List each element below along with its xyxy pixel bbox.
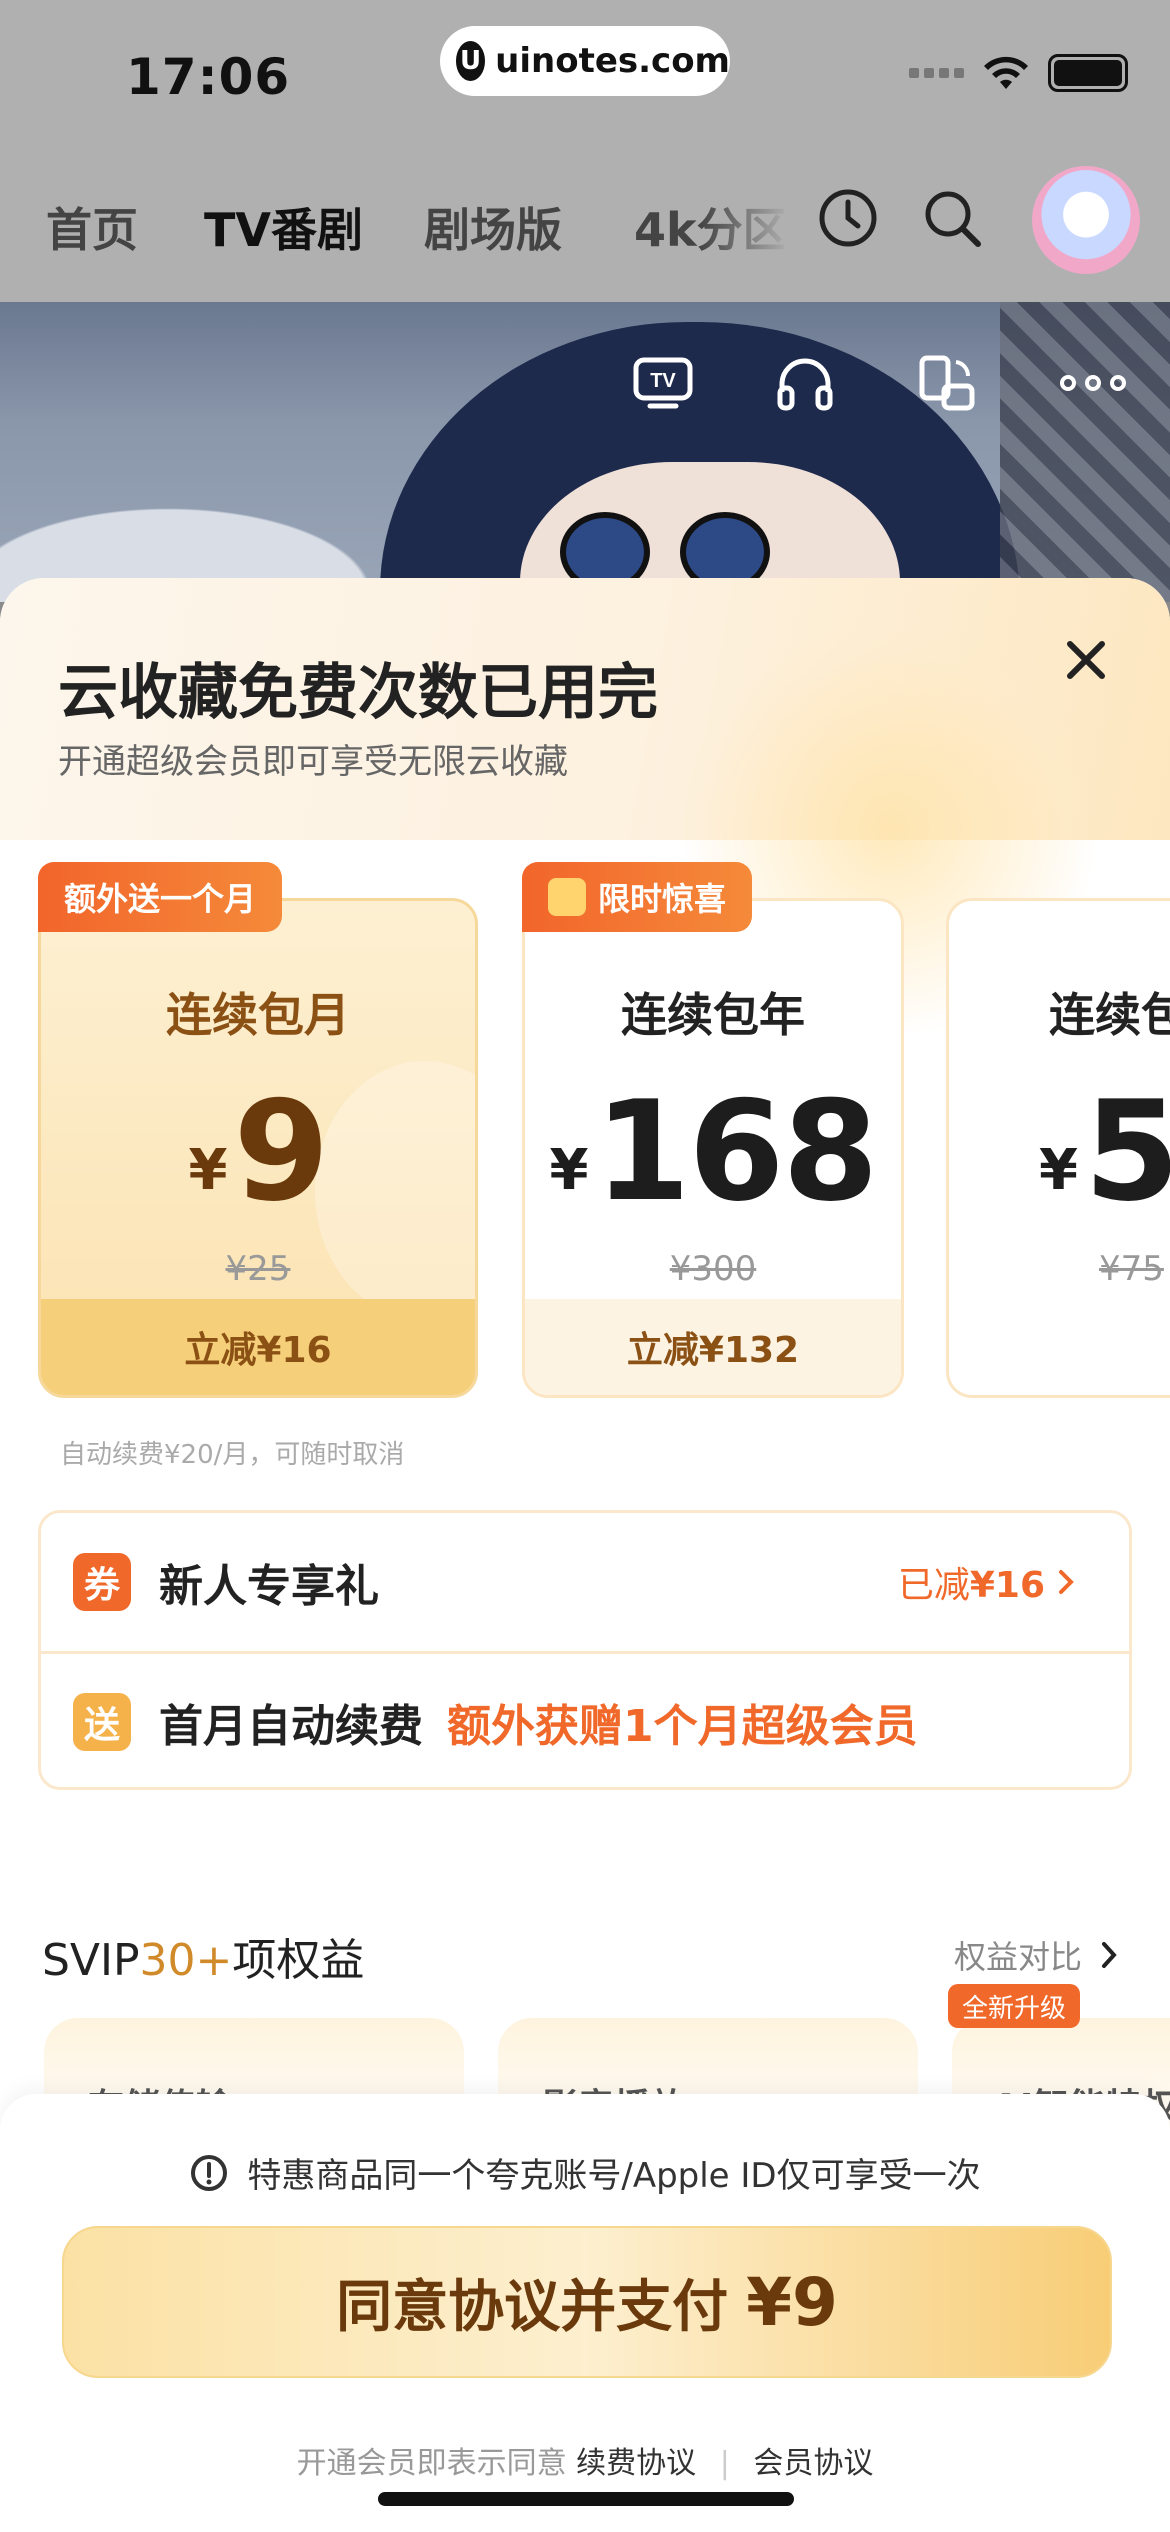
original-price: ¥75	[949, 1249, 1170, 1289]
new-upgrade-badge: 全新升级	[948, 1984, 1081, 2028]
rotate-screen-icon[interactable]	[916, 352, 978, 414]
discount-value: ¥16	[969, 1565, 1045, 1606]
original-price: ¥300	[525, 1249, 901, 1289]
plan-card-monthly[interactable]: 连续包月 ¥9 ¥25 立减¥16	[38, 898, 478, 1398]
benefits-box: 券 新人专享礼 已减¥16 送 首月自动续费 额外获赠1个月超级会员	[38, 1510, 1132, 1790]
plan-name: 连续包月	[166, 988, 350, 1042]
notice-text: 特惠商品同一个夸克账号/Apple ID仅可享受一次	[247, 2156, 981, 2196]
svip-title-suffix: 项权益	[232, 1935, 365, 1986]
plan-card-third[interactable]: 连续包 ¥58 ¥75	[946, 898, 1170, 1398]
gift-send-icon: 送	[73, 1692, 131, 1751]
site-logo-icon: U	[456, 41, 486, 81]
payment-footer: 特惠商品同一个夸克账号/Apple ID仅可享受一次 同意协议并支付 ¥9 开通…	[0, 2094, 1170, 2532]
compare-label: 权益对比	[953, 1938, 1082, 1976]
benefit-label: 新人专享礼	[159, 1561, 379, 1612]
original-price-text: ¥75	[1099, 1249, 1164, 1289]
tab-movies[interactable]: 剧场版	[424, 194, 562, 260]
purchase-notice: 特惠商品同一个夸克账号/Apple ID仅可享受一次	[0, 2148, 1170, 2197]
legal-separator: |	[719, 2446, 730, 2481]
plan-name: 连续包年	[621, 988, 805, 1042]
plan-card-yearly[interactable]: 连续包年 ¥168 ¥300 立减¥132	[522, 898, 904, 1398]
auto-renew-note: 自动续费¥20/月，可随时取消	[60, 1440, 405, 1470]
plan-price: ¥58	[949, 1071, 1170, 1232]
renewal-agreement-link[interactable]: 续费协议	[576, 2446, 696, 2481]
plan-price: ¥168	[525, 1071, 901, 1232]
headphones-icon[interactable]	[774, 352, 836, 414]
pay-label: 同意协议并支付	[336, 2274, 729, 2340]
hero-image: TV	[0, 302, 1170, 602]
plan-name: 连续包	[1049, 988, 1170, 1042]
price-value: 9	[233, 1071, 329, 1232]
chevron-right-icon	[1059, 1570, 1074, 1594]
close-icon	[1067, 641, 1105, 679]
sheet-title: 云收藏免费次数已用完	[58, 658, 658, 728]
more-icon[interactable]	[1058, 352, 1128, 414]
member-agreement-link[interactable]: 会员协议	[753, 2446, 873, 2481]
benefit-compare-link[interactable]: 权益对比	[954, 1932, 1118, 1978]
plan-price: ¥9	[41, 1071, 475, 1232]
close-button[interactable]	[1056, 630, 1116, 690]
original-price-text: ¥25	[225, 1249, 291, 1289]
plan-discount: 立减¥16	[41, 1299, 475, 1395]
legal-links: 开通会员即表示同意 续费协议 | 会员协议	[0, 2438, 1170, 2482]
benefit-row-first-month: 送 首月自动续费 额外获赠1个月超级会员	[41, 1651, 1129, 1789]
sheet-subtitle: 开通超级会员即可享受无限云收藏	[58, 742, 568, 782]
original-price: ¥25	[41, 1249, 475, 1289]
original-price-text: ¥300	[669, 1249, 757, 1289]
svip-title-prefix: SVIP	[42, 1935, 140, 1986]
price-value: 168	[594, 1071, 878, 1232]
search-icon[interactable]	[920, 186, 984, 250]
currency-symbol: ¥	[549, 1138, 589, 1203]
tab-home[interactable]: 首页	[46, 194, 138, 260]
tab-fade	[700, 150, 790, 280]
svip-section-title: SVIP30+项权益	[42, 1924, 364, 1988]
url-text: uinotes.com	[495, 41, 730, 81]
plan-badge-yearly: 限时惊喜	[522, 862, 753, 932]
battery-icon	[1048, 54, 1128, 92]
price-value: 58	[1083, 1071, 1170, 1232]
benefit-row-new-user[interactable]: 券 新人专享礼 已减¥16	[41, 1513, 1129, 1651]
history-icon[interactable]	[816, 186, 880, 250]
benefit-highlight: 额外获赠1个月超级会员	[447, 1700, 918, 1752]
legal-prefix: 开通会员即表示同意	[296, 2446, 567, 2481]
wifi-icon	[984, 56, 1028, 89]
benefit-label: 首月自动续费	[159, 1700, 423, 1752]
tv-cast-icon[interactable]: TV	[632, 352, 694, 414]
pay-price: ¥9	[746, 2263, 838, 2341]
benefit-discount: 已减¥16	[898, 1556, 1075, 1608]
currency-symbol: ¥	[1039, 1138, 1078, 1203]
status-indicators	[909, 54, 1128, 92]
plan-badge-monthly: 额外送一个月	[38, 862, 283, 932]
steel-beam	[1000, 302, 1170, 602]
cellular-signal-icon	[909, 68, 964, 78]
top-nav: 首页 TV番剧 剧场版 4k分区	[0, 140, 1170, 392]
info-icon	[191, 2154, 228, 2191]
tab-tv-anime[interactable]: TV番剧	[204, 194, 363, 260]
chevron-right-icon	[1102, 1942, 1117, 1968]
tv-label: TV	[650, 370, 676, 392]
agree-and-pay-button[interactable]: 同意协议并支付 ¥9	[62, 2226, 1112, 2378]
plan-badge-yearly-text: 限时惊喜	[598, 880, 727, 918]
currency-symbol: ¥	[188, 1138, 228, 1203]
status-time: 17:06	[126, 48, 291, 106]
plan-discount: 立减¥132	[525, 1299, 901, 1395]
url-pill[interactable]: U uinotes.com	[440, 26, 730, 96]
avatar[interactable]	[1032, 166, 1140, 274]
discount-prefix: 已减	[897, 1565, 970, 1606]
home-indicator[interactable]	[378, 2492, 794, 2506]
player-controls: TV	[632, 352, 1128, 414]
gift-icon	[548, 878, 586, 916]
svip-title-accent: 30+	[139, 1935, 233, 1986]
coupon-icon: 券	[73, 1553, 131, 1611]
